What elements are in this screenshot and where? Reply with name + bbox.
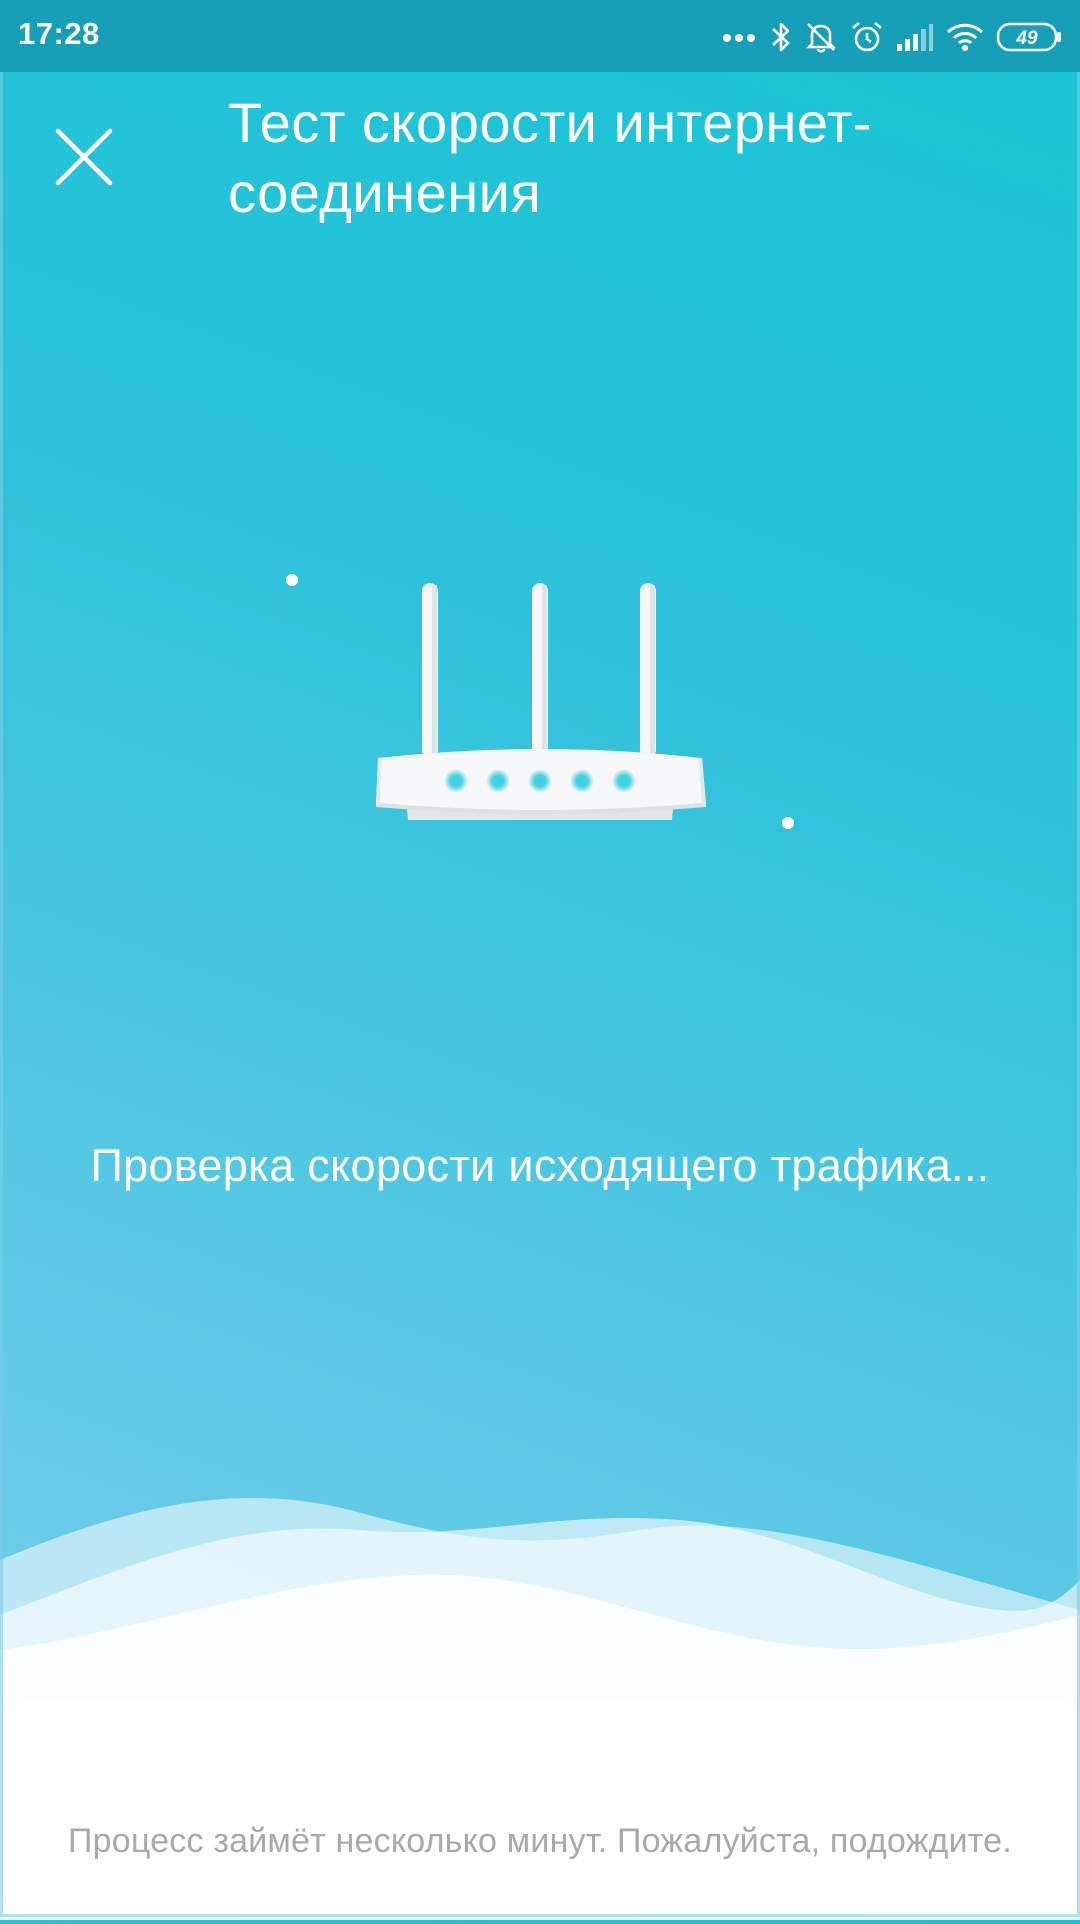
silent-bell-icon	[804, 20, 838, 54]
battery-level: 49	[1015, 28, 1038, 49]
battery-icon: 49	[996, 21, 1062, 53]
close-icon	[55, 128, 113, 186]
decorative-dot	[286, 574, 298, 586]
bluetooth-icon	[770, 20, 792, 54]
footer-note: Процесс займёт несколько минут. Пожалуйс…	[68, 1822, 1012, 1860]
router-icon	[372, 575, 708, 825]
close-button[interactable]	[52, 125, 116, 189]
more-dots-icon	[722, 31, 758, 43]
wifi-icon	[946, 22, 984, 52]
status-icons: 49	[722, 14, 1062, 60]
signal-icon	[896, 22, 934, 52]
alarm-icon	[850, 20, 884, 54]
page-title: Тест скорости интернет-соединения	[228, 91, 872, 224]
status-message: Проверка скорости исходящего трафика...	[90, 1140, 990, 1191]
decorative-dot	[782, 817, 794, 829]
status-time: 17:28	[18, 16, 100, 51]
status-bar: 17:28 49	[0, 0, 1080, 72]
